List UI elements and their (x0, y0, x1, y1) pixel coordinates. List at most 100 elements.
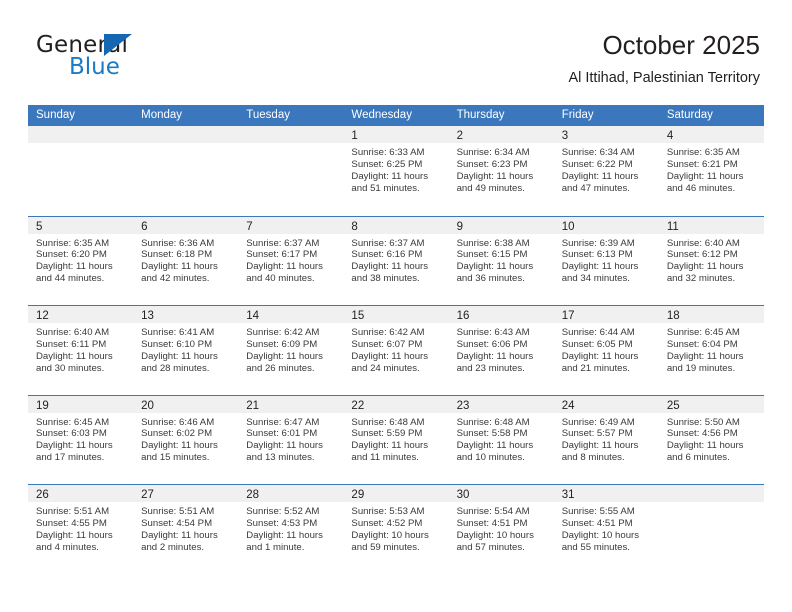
day-number: 18 (666, 310, 680, 322)
daylight-text-line1: Daylight: 11 hours (561, 170, 639, 182)
calendar-day-cell[interactable]: 1 Sunrise: 6:33 AM Sunset: 6:25 PM Daylight… (343, 126, 449, 216)
day-number-band: 2 (448, 126, 554, 143)
day-number: 17 (561, 310, 575, 322)
daylight-text-line2: and 1 minute. (246, 541, 305, 553)
weekday-header-saturday: Saturday (666, 109, 713, 121)
daylight-text-line1: Daylight: 11 hours (666, 170, 744, 182)
calendar-day-cell[interactable]: 21 Sunrise: 6:47 AM Sunset: 6:01 PM Dayligh… (238, 395, 344, 485)
calendar-day-cell[interactable]: 27 Sunrise: 5:51 AM Sunset: 4:54 PM Dayligh… (133, 485, 239, 574)
sunrise-text: Sunrise: 6:41 AM (141, 327, 215, 338)
sunset-text: Sunset: 5:58 PM (456, 428, 528, 440)
calendar-day-cell[interactable]: 4 Sunrise: 6:35 AM Sunset: 6:21 PM Daylight… (658, 126, 764, 216)
daylight-text-line2: and 11 minutes. (351, 452, 419, 464)
calendar-day-cell[interactable]: 2 Sunrise: 6:34 AM Sunset: 6:23 PM Daylight… (448, 126, 554, 216)
daylight-text-line2: and 28 minutes. (141, 362, 210, 374)
sunrise-text: Sunrise: 6:40 AM (666, 237, 740, 249)
calendar-day-cell[interactable]: 11 Sunrise: 6:40 AM Sunset: 6:12 PM Dayligh… (658, 216, 764, 306)
day-number-band: 15 (343, 306, 449, 323)
sunrise-text: Sunrise: 6:43 AM (456, 327, 530, 338)
day-number-band: 20 (133, 395, 239, 413)
daylight-text-line1: Daylight: 11 hours (141, 529, 218, 541)
calendar-day-cell[interactable]: 16 Sunrise: 6:43 AM Sunset: 6:06 PM Dayligh… (448, 306, 554, 395)
daylight-text-line2: and 57 minutes. (456, 541, 525, 553)
day-sun-info: Sunrise: 6:35 AM Sunset: 6:20 PM Daylight:… (28, 234, 133, 286)
sunset-text: Sunset: 6:25 PM (351, 158, 423, 170)
calendar-day-cell[interactable]: 10 Sunrise: 6:39 AM Sunset: 6:13 PM Dayligh… (553, 216, 659, 306)
daylight-text-line2: and 26 minutes. (246, 362, 315, 374)
day-sun-info: Sunrise: 6:36 AM Sunset: 6:18 PM Daylight:… (133, 234, 238, 286)
calendar-day-cell[interactable]: 29 Sunrise: 5:53 AM Sunset: 4:52 PM Dayligh… (343, 485, 449, 574)
calendar-day-cell[interactable]: 18 Sunrise: 6:45 AM Sunset: 6:04 PM Dayligh… (658, 306, 764, 395)
calendar-day-cell[interactable]: 13 Sunrise: 6:41 AM Sunset: 6:10 PM Dayligh… (133, 306, 239, 395)
daylight-text-line2: and 40 minutes. (246, 273, 315, 285)
sunset-text: Sunset: 6:23 PM (456, 158, 528, 170)
calendar-day-cell[interactable]: 7 Sunrise: 6:37 AM Sunset: 6:17 PM Daylight… (238, 216, 344, 306)
calendar-grid: Sunday Monday Tuesday Wednesday Thursday… (28, 105, 764, 574)
day-sun-info: Sunrise: 5:50 AM Sunset: 4:56 PM Daylight:… (659, 413, 764, 465)
daylight-text-line1: Daylight: 10 hours (351, 529, 429, 541)
page-header: General Blue October 2025 Al Ittihad, Pa… (28, 28, 764, 96)
sunset-text: Sunset: 6:07 PM (351, 338, 423, 350)
day-sun-info: Sunrise: 6:37 AM Sunset: 6:16 PM Daylight:… (343, 234, 448, 286)
day-sun-info: Sunrise: 6:40 AM Sunset: 6:11 PM Daylight:… (28, 323, 133, 375)
sunset-text: Sunset: 6:16 PM (351, 249, 423, 261)
calendar-day-cell[interactable]: 31 Sunrise: 5:55 AM Sunset: 4:51 PM Dayligh… (553, 485, 659, 574)
daylight-text-line1: Daylight: 10 hours (456, 529, 534, 541)
daylight-text-line1: Daylight: 11 hours (666, 440, 744, 452)
calendar-day-cell[interactable]: 12 Sunrise: 6:40 AM Sunset: 6:11 PM Dayligh… (28, 306, 134, 395)
day-sun-info: Sunrise: 6:38 AM Sunset: 6:15 PM Daylight:… (449, 234, 554, 286)
sunrise-text: Sunrise: 6:39 AM (561, 237, 635, 249)
calendar-day-cell[interactable]: 3 Sunrise: 6:34 AM Sunset: 6:22 PM Daylight… (553, 126, 659, 216)
weekday-header-thursday: Thursday (456, 109, 505, 121)
day-sun-info: Sunrise: 6:35 AM Sunset: 6:21 PM Daylight:… (659, 143, 764, 195)
daylight-text-line1: Daylight: 10 hours (561, 529, 640, 541)
day-number: 27 (141, 489, 154, 501)
calendar-day-cell[interactable]: 19 Sunrise: 6:45 AM Sunset: 6:03 PM Dayligh… (28, 395, 134, 485)
calendar-day-cell-empty (28, 126, 134, 216)
calendar-day-cell[interactable]: 24 Sunrise: 6:49 AM Sunset: 5:57 PM Dayligh… (553, 395, 659, 485)
calendar-day-cell[interactable]: 26 Sunrise: 5:51 AM Sunset: 4:55 PM Dayligh… (28, 485, 134, 574)
calendar-day-cell[interactable]: 28 Sunrise: 5:52 AM Sunset: 4:53 PM Dayligh… (238, 485, 344, 574)
calendar-page: General Blue October 2025 Al Ittihad, Pa… (0, 0, 792, 612)
calendar-day-cell[interactable]: 17 Sunrise: 6:44 AM Sunset: 6:05 PM Dayligh… (553, 306, 659, 395)
calendar-day-cell[interactable]: 23 Sunrise: 6:48 AM Sunset: 5:58 PM Dayligh… (448, 395, 554, 485)
day-number-band (28, 126, 134, 143)
daylight-text-line2: and 42 minutes. (141, 273, 210, 285)
sunrise-text: Sunrise: 6:49 AM (561, 416, 635, 428)
day-sun-info: Sunrise: 5:51 AM Sunset: 4:55 PM Daylight:… (28, 502, 133, 554)
day-number-band (133, 126, 239, 143)
calendar-day-cell[interactable]: 14 Sunrise: 6:42 AM Sunset: 6:09 PM Dayligh… (238, 306, 344, 395)
sunrise-text: Sunrise: 6:37 AM (246, 237, 320, 249)
daylight-text-line1: Daylight: 11 hours (246, 261, 323, 273)
day-number-band: 10 (553, 216, 659, 234)
calendar-week-row: 19 Sunrise: 6:45 AM Sunset: 6:03 PM Dayligh… (28, 394, 764, 485)
day-sun-info: Sunrise: 5:55 AM Sunset: 4:51 PM Daylight:… (554, 502, 659, 554)
daylight-text-line1: Daylight: 11 hours (36, 350, 113, 362)
day-sun-info: Sunrise: 6:47 AM Sunset: 6:01 PM Daylight:… (238, 413, 343, 465)
day-number-band: 13 (133, 306, 239, 323)
calendar-day-cell[interactable]: 25 Sunrise: 5:50 AM Sunset: 4:56 PM Dayligh… (658, 395, 764, 485)
calendar-day-cell[interactable]: 15 Sunrise: 6:42 AM Sunset: 6:07 PM Dayligh… (343, 306, 449, 395)
day-number: 8 (351, 220, 358, 233)
sunset-text: Sunset: 6:06 PM (456, 338, 528, 350)
day-number-band: 17 (553, 306, 659, 323)
day-number-band: 30 (448, 485, 554, 502)
day-number: 7 (246, 220, 253, 233)
calendar-day-cell[interactable]: 30 Sunrise: 5:54 AM Sunset: 4:51 PM Dayligh… (448, 485, 554, 574)
day-number: 25 (666, 399, 680, 412)
calendar-day-cell[interactable]: 5 Sunrise: 6:35 AM Sunset: 6:20 PM Daylight… (28, 216, 134, 306)
calendar-day-cell[interactable]: 22 Sunrise: 6:48 AM Sunset: 5:59 PM Dayligh… (343, 395, 449, 485)
day-sun-info: Sunrise: 6:41 AM Sunset: 6:10 PM Daylight:… (133, 323, 238, 375)
calendar-day-cell[interactable]: 6 Sunrise: 6:36 AM Sunset: 6:18 PM Daylight… (133, 216, 239, 306)
daylight-text-line1: Daylight: 11 hours (351, 261, 429, 273)
daylight-text-line1: Daylight: 11 hours (141, 261, 218, 273)
calendar-day-cell[interactable]: 20 Sunrise: 6:46 AM Sunset: 6:02 PM Dayligh… (133, 395, 239, 485)
calendar-day-cell[interactable]: 8 Sunrise: 6:37 AM Sunset: 6:16 PM Daylight… (343, 216, 449, 306)
sunrise-text: Sunrise: 6:45 AM (36, 416, 110, 428)
day-number-band: 28 (238, 485, 344, 502)
general-blue-logo[interactable]: General Blue (36, 32, 256, 90)
calendar-day-cell[interactable]: 9 Sunrise: 6:38 AM Sunset: 6:15 PM Daylight… (448, 216, 554, 306)
daylight-text-line2: and 34 minutes. (561, 273, 630, 285)
day-number-band: 21 (238, 395, 344, 413)
sunset-text: Sunset: 6:18 PM (141, 249, 213, 261)
